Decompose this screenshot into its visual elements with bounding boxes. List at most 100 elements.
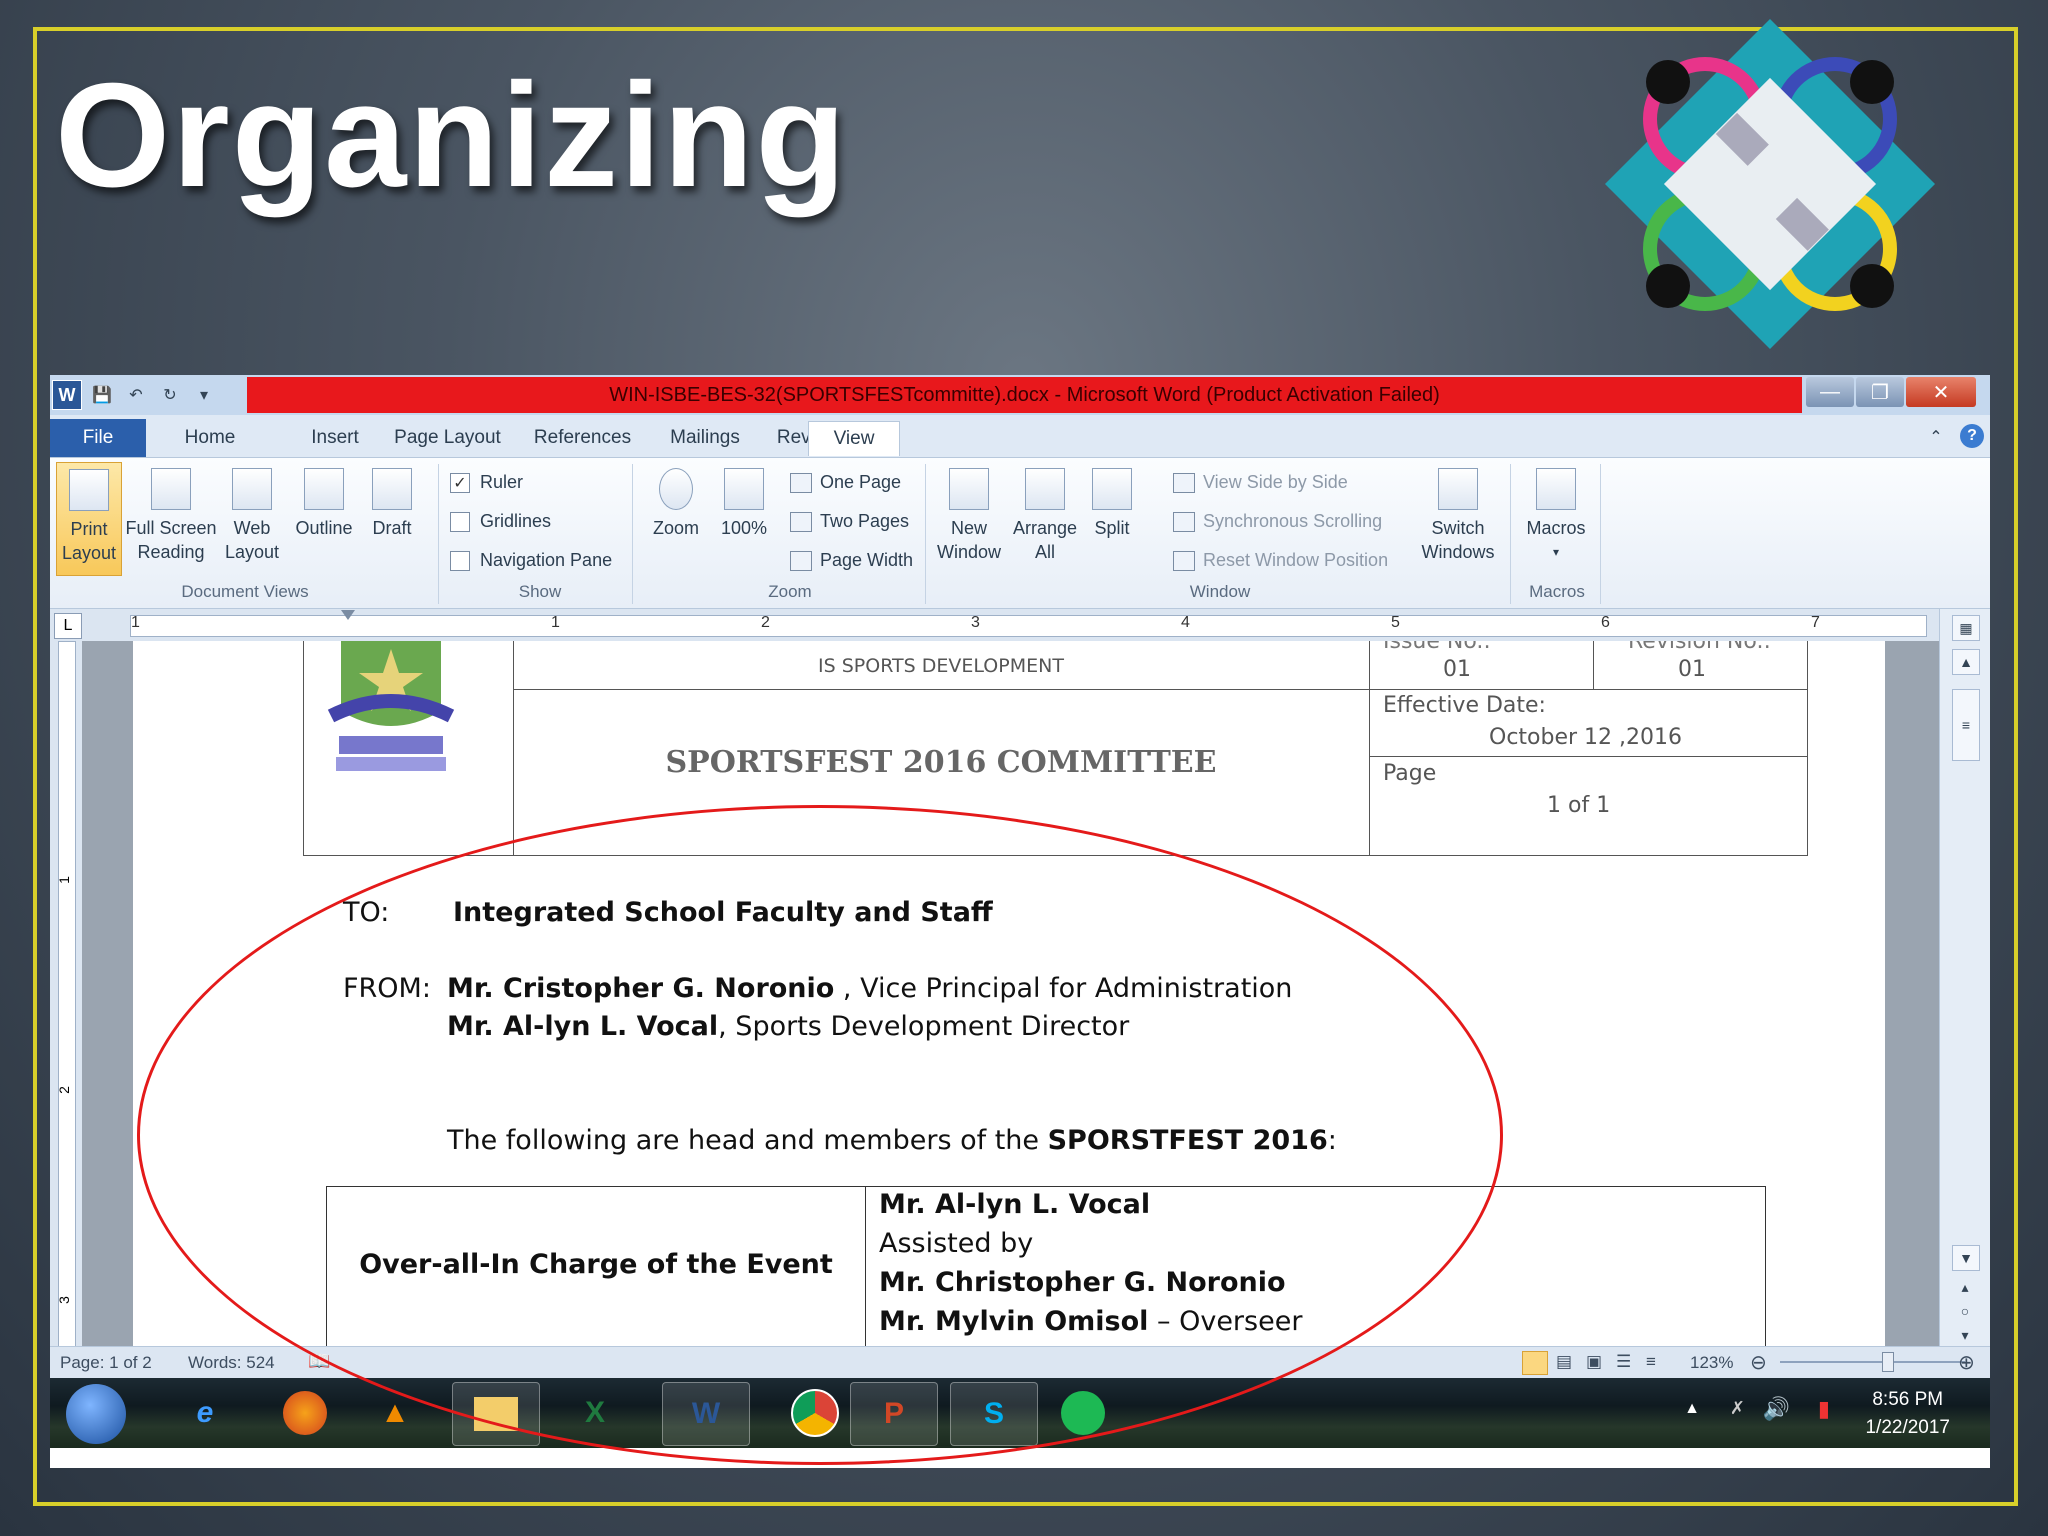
to-label: TO: bbox=[343, 897, 390, 928]
macros-icon bbox=[1536, 468, 1576, 510]
scroll-up-icon[interactable]: ▲ bbox=[1952, 649, 1980, 675]
internet-explorer-icon[interactable]: e bbox=[162, 1382, 248, 1444]
macros-button[interactable]: Macros ▾ bbox=[1518, 468, 1594, 564]
group-document-views: Document Views bbox=[181, 582, 309, 601]
zoom-slider[interactable] bbox=[1780, 1352, 1965, 1372]
excel-icon[interactable]: X bbox=[552, 1382, 638, 1444]
close-button[interactable]: ✕ bbox=[1906, 377, 1976, 407]
page-width-button[interactable]: Page Width bbox=[790, 550, 913, 571]
header-dept: IS SPORTS DEVELOPMENT bbox=[818, 655, 1064, 677]
split-icon bbox=[1092, 468, 1132, 510]
page-count[interactable]: Page: 1 of 2 bbox=[60, 1353, 152, 1373]
synchronous-scrolling-button[interactable]: Synchronous Scrolling bbox=[1173, 511, 1382, 532]
ribbon: Print Layout Full Screen Reading Web Lay… bbox=[50, 458, 1990, 609]
new-window-button[interactable]: New Window bbox=[934, 468, 1004, 564]
tab-file[interactable]: File bbox=[50, 419, 146, 457]
tab-home[interactable]: Home bbox=[160, 421, 260, 455]
word-window: WIN-ISBE-BES-32(SPORTSFESTcommitte).docx… bbox=[50, 375, 1990, 1468]
restore-button[interactable]: ❐ bbox=[1856, 377, 1904, 407]
customize-qat-icon[interactable]: ▾ bbox=[190, 381, 218, 409]
clock[interactable]: 8:56 PM 1/22/2017 bbox=[1865, 1386, 1950, 1442]
powerpoint-icon[interactable]: P bbox=[850, 1382, 938, 1446]
word-icon[interactable]: W bbox=[662, 1382, 750, 1446]
help-icon[interactable]: ? bbox=[1960, 424, 1984, 448]
save-icon[interactable]: 💾 bbox=[88, 381, 116, 409]
zoom-100-button[interactable]: 100% bbox=[716, 468, 772, 540]
zoom-level[interactable]: 123% bbox=[1690, 1353, 1733, 1373]
view-ruler-icon[interactable]: ▦ bbox=[1952, 615, 1980, 641]
vertical-scrollbar[interactable]: ▦ ▲ ≡ ▼ ▴ ○ ▾ bbox=[1939, 609, 1990, 1346]
minimize-button[interactable]: — bbox=[1806, 377, 1854, 407]
window-title: WIN-ISBE-BES-32(SPORTSFESTcommitte).docx… bbox=[609, 384, 1440, 406]
document-area[interactable]: IS SPORTS DEVELOPMENT SPORTSFEST 2016 CO… bbox=[82, 641, 1940, 1346]
page-value: 1 of 1 bbox=[1547, 793, 1611, 818]
reset-window-position-button[interactable]: Reset Window Position bbox=[1173, 550, 1388, 571]
taskbar: e ▲ X W P S ▲ ✗ 🔊 ▮ 8:56 PM 1/22/2017 bbox=[50, 1378, 1990, 1448]
print-layout-button[interactable]: Print Layout bbox=[56, 462, 122, 576]
scroll-down-icon[interactable]: ▼ bbox=[1952, 1245, 1980, 1271]
page-100-icon bbox=[724, 468, 764, 510]
zoom-button[interactable]: Zoom bbox=[644, 468, 708, 540]
skype-icon[interactable]: S bbox=[950, 1382, 1038, 1446]
switch-windows-button[interactable]: Switch Windows bbox=[1410, 468, 1506, 564]
word-app-icon[interactable]: W bbox=[52, 380, 82, 410]
split-button[interactable]: Split bbox=[1086, 468, 1138, 540]
gridlines-checkbox[interactable]: Gridlines bbox=[450, 511, 551, 532]
one-page-button[interactable]: One Page bbox=[790, 472, 901, 493]
table-cell-line: Mr. Mylvin Omisol – Overseer bbox=[879, 1306, 1303, 1337]
firefox-icon[interactable] bbox=[262, 1382, 348, 1444]
navigation-pane-checkbox[interactable]: Navigation Pane bbox=[450, 550, 612, 571]
web-layout-button[interactable]: Web Layout bbox=[220, 468, 284, 564]
volume-icon[interactable]: 🔊 bbox=[1763, 1396, 1790, 1422]
ruler-checkbox[interactable]: ✓ Ruler bbox=[450, 472, 523, 493]
tab-selector[interactable]: L bbox=[54, 613, 82, 639]
next-page-icon[interactable]: ▾ bbox=[1952, 1323, 1978, 1347]
file-explorer-icon[interactable] bbox=[452, 1382, 540, 1446]
group-show: Show bbox=[518, 582, 562, 601]
from-line-2: Mr. Al-lyn L. Vocal, Sports Development … bbox=[447, 1011, 1130, 1042]
indent-marker-icon[interactable] bbox=[341, 610, 355, 620]
group-window: Window bbox=[1189, 582, 1251, 601]
scroll-thumb[interactable]: ≡ bbox=[1952, 689, 1980, 761]
spotify-icon[interactable] bbox=[1040, 1382, 1126, 1444]
reset-position-icon bbox=[1173, 550, 1195, 571]
web-layout-icon bbox=[232, 468, 272, 510]
undo-icon[interactable]: ↶ bbox=[122, 381, 150, 409]
ribbon-tabs: File Home Insert Page Layout References … bbox=[50, 415, 1990, 458]
previous-page-icon[interactable]: ▴ bbox=[1952, 1275, 1978, 1299]
outline-view-icon[interactable]: ☰ bbox=[1616, 1352, 1631, 1372]
view-side-by-side-button[interactable]: View Side by Side bbox=[1173, 472, 1348, 493]
browse-object-icon[interactable]: ○ bbox=[1952, 1299, 1978, 1323]
start-button[interactable] bbox=[66, 1384, 126, 1444]
web-view-icon[interactable]: ▣ bbox=[1586, 1352, 1602, 1372]
header-title: SPORTSFEST 2016 COMMITTEE bbox=[665, 745, 1217, 780]
tab-view[interactable]: View bbox=[808, 421, 900, 456]
slide-title: Organizing bbox=[55, 53, 848, 218]
tab-insert[interactable]: Insert bbox=[280, 421, 390, 455]
tab-mailings[interactable]: Mailings bbox=[655, 421, 755, 455]
network-icon[interactable]: ✗ bbox=[1730, 1398, 1745, 1419]
battery-icon[interactable]: ▮ bbox=[1818, 1396, 1830, 1422]
document-page[interactable]: IS SPORTS DEVELOPMENT SPORTSFEST 2016 CO… bbox=[133, 641, 1885, 1346]
arrange-all-button[interactable]: Arrange All bbox=[1008, 468, 1082, 564]
print-layout-view-icon[interactable] bbox=[1522, 1351, 1548, 1375]
draft-view-icon[interactable]: ≡ bbox=[1646, 1352, 1656, 1372]
redo-icon[interactable]: ↻ bbox=[156, 381, 184, 409]
vlc-icon[interactable]: ▲ bbox=[352, 1382, 438, 1444]
draft-button[interactable]: Draft bbox=[364, 468, 420, 540]
proofing-icon[interactable]: 📖 bbox=[308, 1351, 330, 1372]
show-hidden-icons[interactable]: ▲ bbox=[1684, 1400, 1700, 1418]
full-screen-reading-button[interactable]: Full Screen Reading bbox=[124, 468, 218, 564]
zoom-in-icon[interactable]: ⊕ bbox=[1958, 1350, 1975, 1375]
word-count[interactable]: Words: 524 bbox=[188, 1353, 275, 1373]
zoom-out-icon[interactable]: ⊖ bbox=[1750, 1350, 1767, 1375]
collapse-ribbon-icon[interactable]: ⌃ bbox=[1922, 423, 1950, 451]
issue-label: Issue No.: bbox=[1383, 641, 1491, 654]
two-pages-button[interactable]: Two Pages bbox=[790, 511, 909, 532]
tab-references[interactable]: References bbox=[520, 421, 645, 455]
horizontal-ruler[interactable]: L 1 1 2 3 4 5 6 7 bbox=[50, 609, 1990, 641]
outline-button[interactable]: Outline bbox=[290, 468, 358, 540]
full-screen-view-icon[interactable]: ▤ bbox=[1556, 1352, 1572, 1372]
tab-page-layout[interactable]: Page Layout bbox=[385, 421, 510, 455]
chrome-icon[interactable] bbox=[772, 1382, 858, 1444]
